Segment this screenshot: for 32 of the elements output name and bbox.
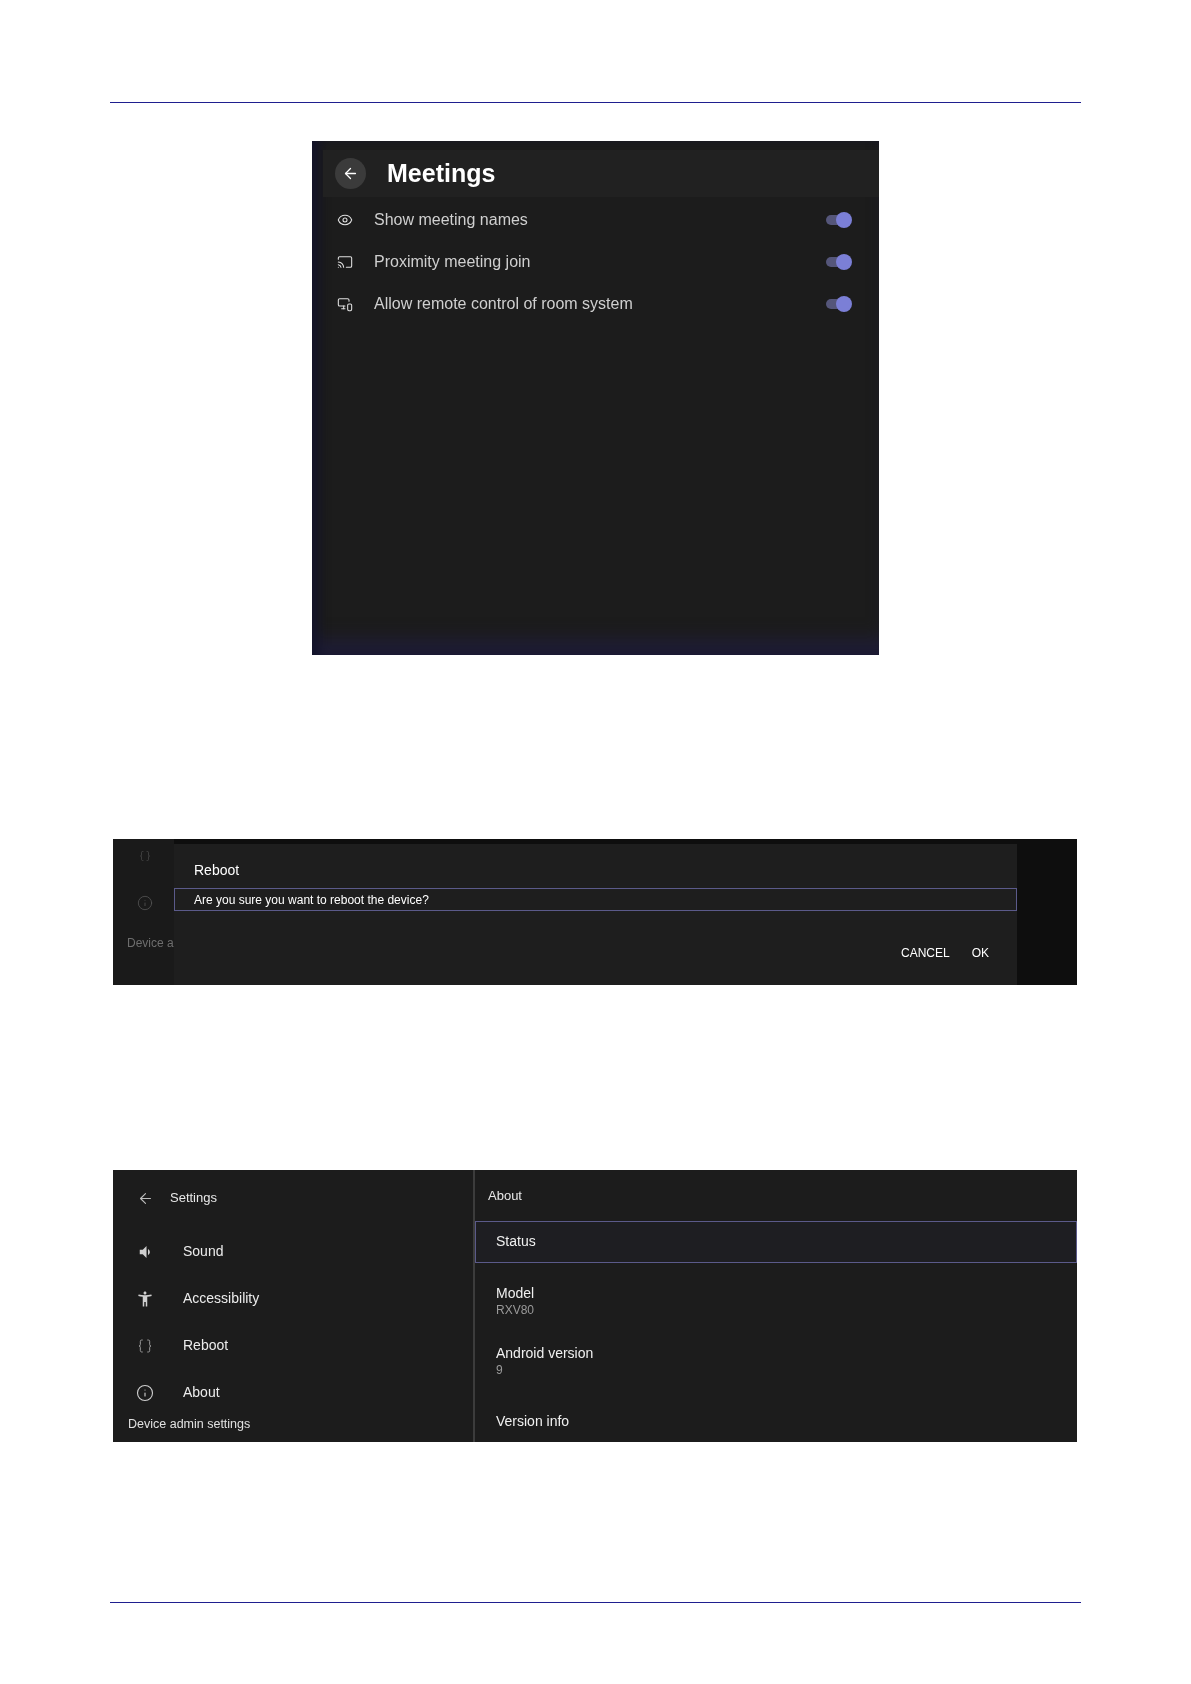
braces-icon xyxy=(139,850,151,862)
screen-title: Meetings xyxy=(387,161,496,186)
dialog-button[interactable]: CANCEL xyxy=(900,946,950,960)
sidebar-label: Device a xyxy=(127,936,174,950)
sidebar-item[interactable]: Reboot xyxy=(113,1322,473,1369)
dialog-button[interactable]: OK xyxy=(971,946,989,960)
info-icon xyxy=(137,895,153,911)
detail-item[interactable]: Version info xyxy=(475,1400,1077,1442)
setting-label: Allow remote control of room system xyxy=(374,294,633,314)
info-icon xyxy=(136,1383,154,1402)
dialog-title: Reboot xyxy=(194,862,241,879)
accessibility-icon xyxy=(136,1289,154,1308)
setting-label: Proximity meeting join xyxy=(374,252,531,272)
section-label: Device admin settings xyxy=(128,1417,252,1432)
sidebar-item[interactable]: About xyxy=(113,1369,473,1416)
sidebar-item[interactable]: Sound xyxy=(113,1228,473,1275)
dialog-message: Are you sure you want to reboot the device? xyxy=(194,891,429,909)
cast-icon xyxy=(337,254,353,270)
toggle-switch[interactable] xyxy=(824,296,852,312)
back-button[interactable] xyxy=(335,158,366,189)
toggle-switch[interactable] xyxy=(824,254,852,270)
monitor-phone-icon xyxy=(337,296,353,312)
sidebar-item[interactable]: Accessibility xyxy=(113,1275,473,1322)
pane-title: About xyxy=(488,1186,522,1205)
detail-item[interactable]: Status xyxy=(475,1220,1077,1263)
pane-title: Settings xyxy=(170,1189,217,1208)
setting-label: Show meeting names xyxy=(374,210,528,230)
eye-icon xyxy=(337,212,353,228)
braces-icon xyxy=(137,1337,153,1354)
detail-item[interactable]: Android version 9 xyxy=(475,1340,1077,1383)
detail-item[interactable]: Model RXV80 xyxy=(475,1280,1077,1323)
toggle-switch[interactable] xyxy=(824,212,852,228)
